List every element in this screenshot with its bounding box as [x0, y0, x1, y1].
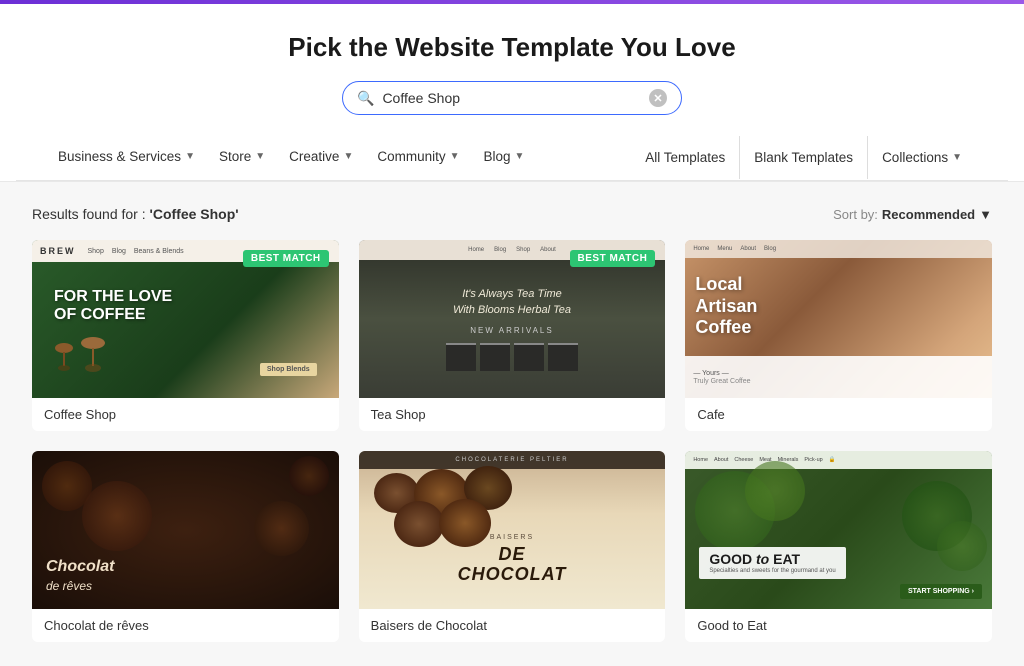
nav-collections[interactable]: Collections ▼	[867, 136, 976, 179]
card-image-cafe: Home Menu About Blog LocalArtisanCoffee …	[685, 240, 992, 398]
chevron-down-icon: ▼	[450, 151, 460, 162]
chevron-down-icon: ▼	[952, 152, 962, 163]
template-card-tea-shop[interactable]: Home Blog Shop About It's Always Tea Tim…	[359, 240, 666, 431]
card-label-cafe: Cafe	[685, 398, 992, 431]
sort-dropdown[interactable]: Sort by: Recommended ▼	[833, 207, 992, 222]
nav-left: Business & Services ▼ Store ▼ Creative ▼…	[48, 135, 631, 180]
chevron-down-icon: ▼	[515, 151, 525, 162]
good-eat-box: GOOD to EAT Specialties and sweets for t…	[699, 547, 845, 579]
template-card-coffee-shop[interactable]: BREW Shop Blog Beans & Blends FOR THE LO…	[32, 240, 339, 431]
nav-item-community[interactable]: Community ▼	[367, 135, 469, 180]
coffee-hero-text: FOR THE LOVEOF COFFEE	[54, 288, 317, 325]
template-card-chocolat-reves[interactable]: Chocolat de rêves Chocolat de rêves	[32, 451, 339, 642]
main-nav: Business & Services ▼ Store ▼ Creative ▼…	[16, 135, 1008, 181]
tea-products	[446, 343, 578, 371]
best-match-badge: BEST MATCH	[243, 250, 329, 267]
cafe-top-bar: Home Menu About Blog	[685, 240, 992, 258]
green-top-bar: Home About Cheese Meat Minerals Pick-up …	[685, 451, 992, 469]
results-label: Results found for : 'Coffee Shop'	[32, 206, 239, 222]
header: Pick the Website Template You Love 🔍 ✕ B…	[0, 4, 1024, 182]
good-eat-sub: Specialties and sweets for the gourmand …	[709, 568, 835, 574]
stool-icon-1	[54, 342, 74, 376]
card-image-baisers: CHOCOLATERIE PELTIER BAISERS DECHOCOLAT	[359, 451, 666, 609]
chevron-down-icon: ▼	[343, 151, 353, 162]
nav-blank-templates[interactable]: Blank Templates	[739, 136, 867, 179]
cafe-hero-text: LocalArtisanCoffee	[695, 274, 982, 339]
card-label-baisers: Baisers de Chocolat	[359, 609, 666, 642]
card-label-tea-shop: Tea Shop	[359, 398, 666, 431]
results-header: Results found for : 'Coffee Shop' Sort b…	[32, 206, 992, 222]
search-icon: 🔍	[357, 90, 374, 107]
cafe-bottom-sub: Truly Great Coffee	[693, 378, 984, 385]
card-image-chocolat-reves: Chocolat de rêves	[32, 451, 339, 609]
template-card-baisers[interactable]: CHOCOLATERIE PELTIER BAISERS DECHOCOLAT	[359, 451, 666, 642]
search-input[interactable]	[382, 90, 649, 106]
brew-nav: Shop Blog Beans & Blends	[88, 248, 184, 255]
nav-all-templates[interactable]: All Templates	[631, 136, 739, 179]
tea-arrivals-label: New Arrivals	[470, 326, 553, 335]
start-shopping-button[interactable]: START SHOPPING ›	[900, 584, 982, 599]
card-image-coffee-shop: BREW Shop Blog Beans & Blends FOR THE LO…	[32, 240, 339, 398]
chevron-down-icon: ▼	[185, 151, 195, 162]
chevron-down-icon: ▼	[979, 207, 992, 222]
nav-item-business[interactable]: Business & Services ▼	[48, 135, 205, 180]
card-label-chocolat-reves: Chocolat de rêves	[32, 609, 339, 642]
cafe-bottom: — Yours — Truly Great Coffee	[685, 356, 992, 398]
best-match-badge: BEST MATCH	[570, 250, 656, 267]
cafe-bottom-label: — Yours —	[693, 370, 984, 377]
card-label-good-eat: Good to Eat	[685, 609, 992, 642]
template-card-cafe[interactable]: Home Menu About Blog LocalArtisanCoffee …	[685, 240, 992, 431]
shop-blends-button: Shop Blends	[260, 363, 317, 376]
choc-store-name: CHOCOLATERIE PELTIER	[359, 451, 666, 469]
good-eat-title: GOOD to EAT	[709, 552, 835, 566]
nav-item-store[interactable]: Store ▼	[209, 135, 275, 180]
tea-hero-text: It's Always Tea TimeWith Blooms Herbal T…	[453, 287, 571, 318]
brew-logo: BREW	[40, 246, 76, 256]
search-bar: 🔍 ✕	[342, 81, 682, 115]
template-grid: BREW Shop Blog Beans & Blends FOR THE LO…	[32, 240, 992, 642]
card-image-good-eat: Home About Cheese Meat Minerals Pick-up …	[685, 451, 992, 609]
card-label-coffee-shop: Coffee Shop	[32, 398, 339, 431]
card-image-tea-shop: Home Blog Shop About It's Always Tea Tim…	[359, 240, 666, 398]
chevron-down-icon: ▼	[255, 151, 265, 162]
choc-light-title: DECHOCOLAT	[458, 545, 567, 585]
nav-item-blog[interactable]: Blog ▼	[474, 135, 535, 180]
stool-icon-2	[80, 336, 106, 376]
page-title: Pick the Website Template You Love	[16, 32, 1008, 63]
choc-light-sub: BAISERS	[490, 534, 534, 541]
main-content: Results found for : 'Coffee Shop' Sort b…	[0, 182, 1024, 666]
nav-item-creative[interactable]: Creative ▼	[279, 135, 363, 180]
nav-right: All Templates Blank Templates Collection…	[631, 136, 976, 179]
choc-dark-title: Chocolat de rêves	[46, 557, 325, 595]
search-clear-button[interactable]: ✕	[649, 89, 667, 107]
template-card-good-eat[interactable]: Home About Cheese Meat Minerals Pick-up …	[685, 451, 992, 642]
